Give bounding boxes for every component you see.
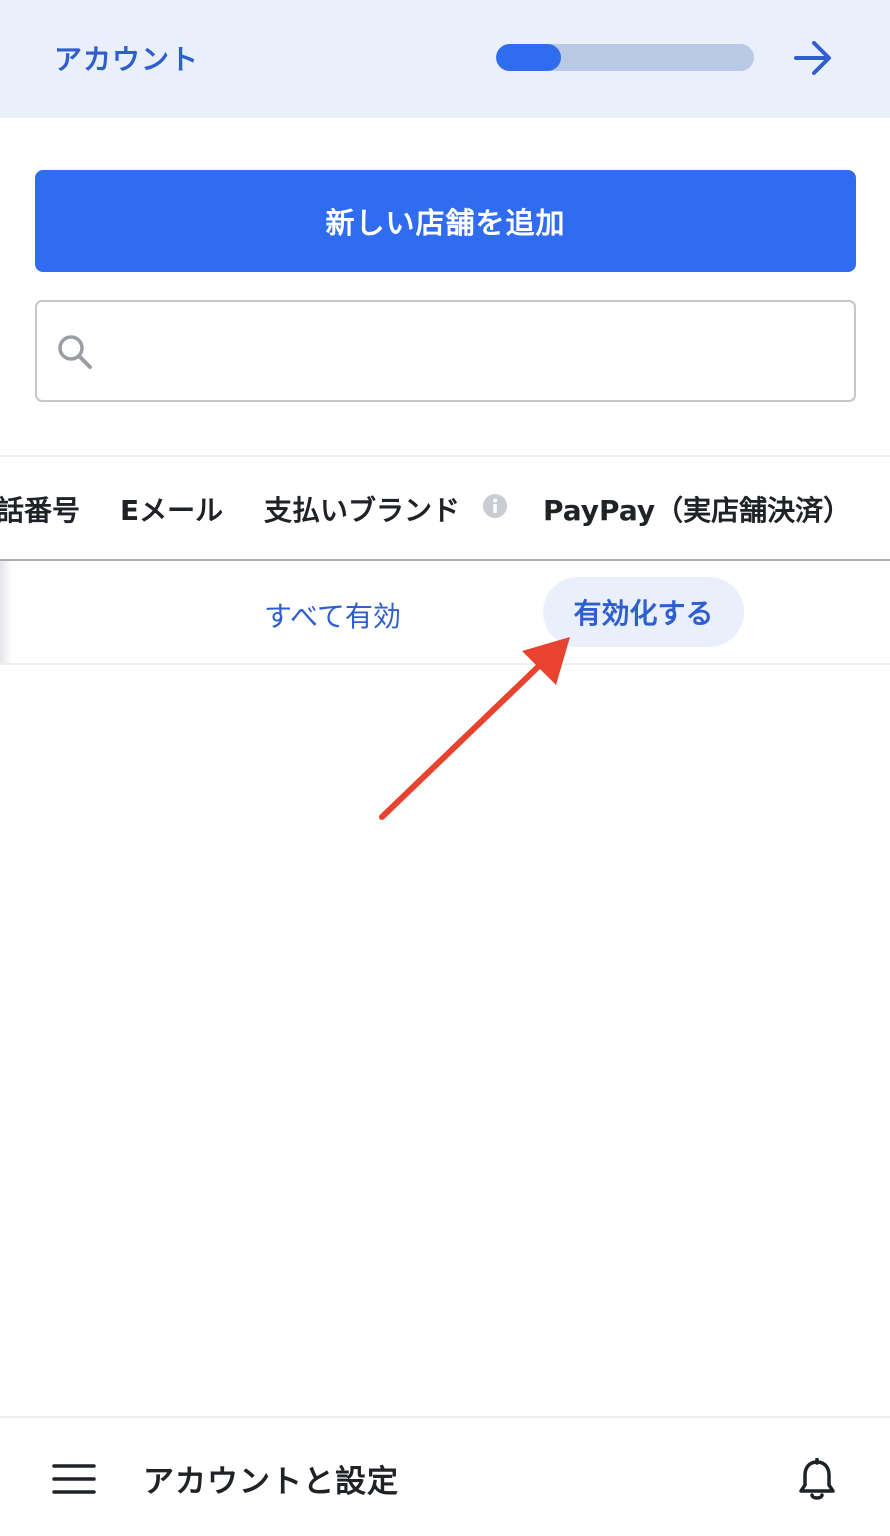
bottom-bar-title: アカウントと設定 [143, 1464, 399, 1500]
progress-bar-fill [496, 44, 561, 71]
add-store-button[interactable]: 新しい店舗を追加 [35, 170, 856, 272]
arrow-right-icon[interactable] [792, 38, 834, 78]
column-header-paypay: PayPay（実店舗決済） [543, 494, 852, 527]
column-header-email: Eメール [120, 494, 224, 527]
top-header: アカウント [0, 0, 890, 118]
page-title: アカウント [54, 43, 200, 76]
column-header-payment-brand: 支払いブランド [264, 494, 461, 527]
hamburger-menu-icon[interactable] [52, 1462, 96, 1496]
bottom-bar: アカウントと設定 [0, 1418, 890, 1536]
column-header-phone: 話番号 [0, 494, 81, 527]
search-icon [58, 335, 92, 369]
page: アカウント 新しい店舗を追加 話番号 Eメール 支払いブランド PayPay（実… [0, 0, 890, 1536]
search-box[interactable] [35, 300, 856, 402]
scroll-shadow [0, 561, 12, 663]
info-icon[interactable] [482, 493, 508, 519]
search-input[interactable] [109, 322, 829, 382]
table-header-row: 話番号 Eメール 支払いブランド PayPay（実店舗決済） [0, 457, 890, 560]
red-arrow-icon [379, 637, 570, 820]
progress-bar [496, 44, 754, 71]
bell-icon[interactable] [796, 1458, 838, 1502]
